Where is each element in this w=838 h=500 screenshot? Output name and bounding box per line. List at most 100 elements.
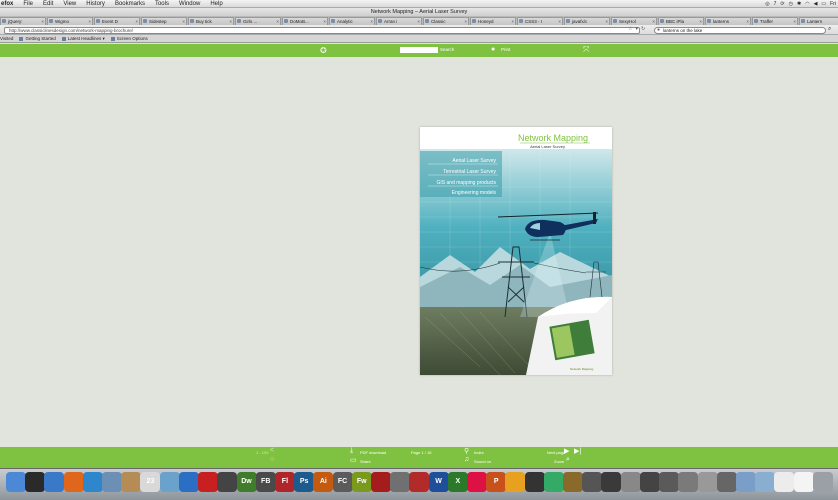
tab-close-icon[interactable]: ×: [276, 18, 279, 25]
browser-tab[interactable]: Classic ×: [423, 17, 469, 25]
tab-close-icon[interactable]: ×: [323, 18, 326, 25]
dock-address-icon[interactable]: [121, 472, 142, 492]
dock-app13-icon[interactable]: [678, 472, 699, 492]
bookmark-screen-options[interactable]: Screen Options: [110, 36, 148, 41]
pdf-download-icon[interactable]: ⤓: [350, 447, 353, 455]
browser-tab[interactable]: BBC iPla ×: [658, 17, 704, 25]
search-field[interactable]: lanterns on the lake: [654, 27, 826, 34]
dock-app12-icon[interactable]: [659, 472, 680, 492]
dock-finder-icon[interactable]: [6, 472, 26, 492]
dock-spotify-icon[interactable]: [601, 472, 622, 492]
sound-label[interactable]: Sound on: [474, 459, 491, 464]
dock-app7-icon[interactable]: [543, 472, 564, 492]
dock-fireworks-icon[interactable]: Fw: [351, 472, 372, 492]
dock-photoshop-icon[interactable]: Ps: [294, 472, 315, 492]
menu-view[interactable]: View: [58, 1, 81, 7]
dock-app8-icon[interactable]: [563, 472, 584, 492]
tab-close-icon[interactable]: ×: [558, 18, 561, 25]
status-icon[interactable]: ◎: [765, 1, 769, 7]
browser-tab[interactable]: lanterns ×: [705, 17, 751, 25]
tab-close-icon[interactable]: ×: [793, 18, 796, 25]
browser-tab[interactable]: Honeyd ×: [470, 17, 516, 25]
fullscreen-icon[interactable]: ⤧: [583, 45, 589, 55]
url-bar[interactable]: http://www.classiclinesdesign.com/networ…: [4, 27, 640, 34]
search-engine-icon[interactable]: ●: [657, 27, 660, 33]
tab-close-icon[interactable]: ×: [229, 18, 232, 25]
tab-close-icon[interactable]: ×: [182, 18, 185, 25]
dock-app4-icon[interactable]: [467, 472, 488, 492]
dock-powerpoint-icon[interactable]: P: [486, 472, 507, 492]
browser-tab[interactable]: Girls ... ×: [235, 17, 281, 25]
tab-close-icon[interactable]: ×: [511, 18, 514, 25]
print-icon[interactable]: ●: [491, 46, 495, 53]
dock-dashboard-icon[interactable]: [25, 472, 46, 492]
dock-app11-icon[interactable]: [639, 472, 660, 492]
reload-icon[interactable]: ↻: [641, 26, 645, 34]
dock-app2-icon[interactable]: [390, 472, 411, 492]
viewer-search-label[interactable]: Search: [440, 47, 454, 52]
dock-safari-icon[interactable]: [44, 472, 65, 492]
menu-edit[interactable]: Edit: [38, 1, 58, 7]
menu-file[interactable]: File: [18, 1, 38, 7]
browser-tab[interactable]: DoMoB... ×: [282, 17, 328, 25]
tab-close-icon[interactable]: ×: [41, 18, 44, 25]
dock-app9-icon[interactable]: [582, 472, 603, 492]
menu-window[interactable]: Window: [174, 1, 205, 7]
dock-mail-icon[interactable]: [102, 472, 123, 492]
dock-firefox-icon[interactable]: [63, 472, 84, 492]
browser-tab[interactable]: Sidestep ×: [141, 17, 187, 25]
tab-close-icon[interactable]: ×: [88, 18, 91, 25]
clock-day[interactable]: Fri: [830, 1, 836, 7]
next-page-icon[interactable]: ▶: [564, 447, 569, 455]
share-icon[interactable]: ▭: [350, 456, 357, 464]
share-small-icon[interactable]: <: [270, 447, 274, 454]
bookmark-star-icon[interactable]: ☆: [628, 26, 632, 34]
browser-tab[interactable]: jQuery: ×: [0, 17, 46, 25]
zoom-label[interactable]: Zoom: [554, 459, 564, 464]
dock-acrobat2-icon[interactable]: [370, 472, 391, 492]
tab-close-icon[interactable]: ×: [605, 18, 608, 25]
bookmark-latest-headlines[interactable]: Latest Headlines ▾: [61, 36, 105, 42]
dock-acrobat-icon[interactable]: [198, 472, 219, 492]
dock-app6-icon[interactable]: [524, 472, 545, 492]
dock-app5-icon[interactable]: [505, 472, 526, 492]
browser-tab[interactable]: Buy tick ×: [188, 17, 234, 25]
menu-help[interactable]: Help: [205, 1, 227, 7]
tab-close-icon[interactable]: ×: [370, 18, 373, 25]
browser-tab[interactable]: Wigmo ×: [47, 17, 93, 25]
volume-icon[interactable]: ◀: [814, 1, 818, 7]
dock-illustrator-icon[interactable]: Ai: [313, 472, 334, 492]
index-label[interactable]: Index: [474, 450, 484, 455]
dock-folder-icon[interactable]: [735, 472, 756, 492]
browser-tab[interactable]: CSS3 - I ×: [517, 17, 563, 25]
dock-itunes-icon[interactable]: [178, 472, 199, 492]
menu-bookmarks[interactable]: Bookmarks: [110, 1, 150, 7]
browser-tab[interactable]: Arran i ×: [376, 17, 422, 25]
next-page-label[interactable]: Next page: [547, 450, 565, 455]
dock-app14-icon[interactable]: [697, 472, 718, 492]
share-label[interactable]: Share: [360, 459, 371, 464]
search-icon[interactable]: ⌕: [828, 26, 831, 33]
zoom-icon[interactable]: ⌕: [566, 456, 570, 464]
brochure-cover[interactable]: Aerial Laser Survey Terrestrial Laser Su…: [420, 127, 612, 375]
dock-docs-icon[interactable]: [774, 472, 795, 492]
dropdown-icon[interactable]: ▾: [635, 26, 638, 34]
dock-fc-icon[interactable]: FC: [332, 472, 353, 492]
dock-excel-icon[interactable]: X: [447, 472, 468, 492]
browser-tab[interactable]: SexyHol ×: [611, 17, 657, 25]
dock-preview-icon[interactable]: [159, 472, 180, 492]
timemachine-icon[interactable]: ◷: [789, 1, 793, 7]
last-page-icon[interactable]: ▶|: [574, 447, 581, 455]
viewer-search-input[interactable]: [400, 47, 438, 53]
pdf-download-label[interactable]: PDF download: [360, 450, 386, 455]
index-icon[interactable]: ⚲: [464, 447, 469, 455]
browser-tab[interactable]: Event D ×: [94, 17, 140, 25]
bluetooth-icon[interactable]: ✱: [797, 1, 801, 7]
menu-tools[interactable]: Tools: [150, 1, 174, 7]
sync-icon[interactable]: ⟳: [780, 1, 784, 7]
dock-ichat-icon[interactable]: [82, 472, 103, 492]
dock-app-icon[interactable]: [217, 472, 238, 492]
browser-tab[interactable]: Lantern×: [799, 17, 838, 25]
dock-app15-icon[interactable]: [716, 472, 737, 492]
menu-history[interactable]: History: [81, 1, 110, 7]
